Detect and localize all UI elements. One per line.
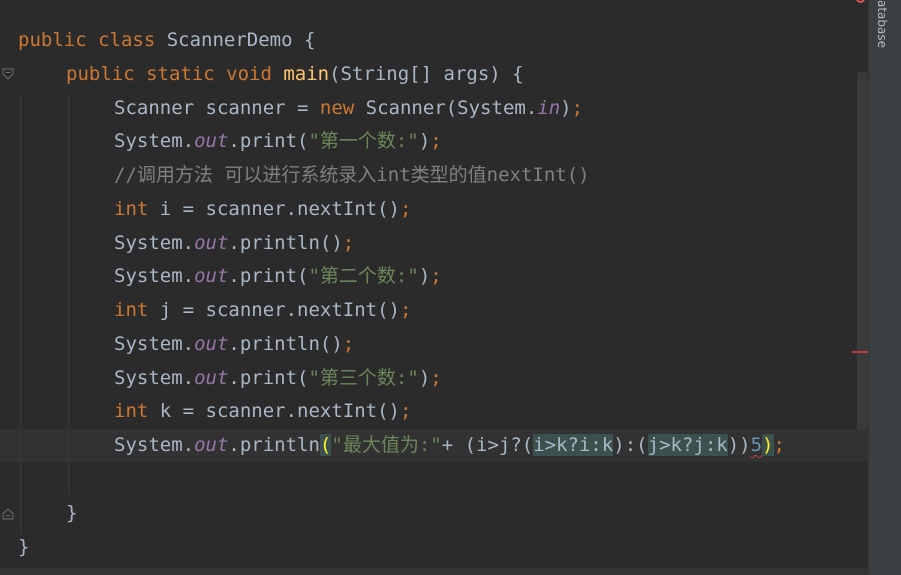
database-tool-tab[interactable]: atabase bbox=[870, 0, 894, 62]
static-field: out bbox=[194, 333, 229, 355]
code-text: .print( bbox=[228, 130, 309, 152]
code-line-main-method[interactable]: public static void main(String[] args) { bbox=[66, 58, 524, 91]
code-line-class-declaration[interactable]: public class ScannerDemo { bbox=[18, 24, 315, 57]
code-text: k = scanner.nextInt() bbox=[159, 400, 400, 422]
code-text: (String[] args) { bbox=[329, 63, 524, 85]
fold-icon[interactable] bbox=[1, 68, 15, 80]
keyword: public class bbox=[18, 29, 167, 51]
code-text: .println() bbox=[228, 232, 343, 254]
error-number-literal: 5 bbox=[750, 434, 763, 456]
code-text: System. bbox=[114, 265, 195, 287]
keyword: int bbox=[114, 400, 160, 422]
code-text: + (i>j?( bbox=[441, 434, 534, 456]
static-field: out bbox=[194, 265, 229, 287]
code-text: .println bbox=[228, 434, 320, 456]
semicolon: ; bbox=[773, 434, 785, 456]
matched-brace: ) bbox=[762, 434, 774, 456]
code-text: System. bbox=[114, 130, 195, 152]
string-literal: "第一个数:" bbox=[308, 130, 419, 152]
code-text: i = scanner.nextInt() bbox=[159, 198, 400, 220]
comment: //调用方法 可以进行系统录入int类型的值nextInt() bbox=[114, 164, 590, 186]
code-text: ) bbox=[418, 265, 431, 287]
class-name: ScannerDemo { bbox=[166, 29, 316, 51]
error-indicator-icon[interactable] bbox=[856, 0, 865, 3]
method-name: main bbox=[283, 63, 330, 85]
code-line-println-max[interactable]: System.out.println("最大值为:"+ (i>j?(i>k?i:… bbox=[114, 429, 785, 462]
fold-end-icon[interactable] bbox=[1, 508, 15, 520]
code-text: } bbox=[66, 502, 78, 524]
code-line-print-third[interactable]: System.out.print("第三个数:"); bbox=[114, 362, 442, 395]
code-text: System. bbox=[114, 333, 195, 355]
code-line-print-first[interactable]: System.out.print("第一个数:"); bbox=[114, 125, 442, 158]
semicolon: ; bbox=[399, 198, 412, 220]
code-text: .println() bbox=[228, 333, 343, 355]
code-text: } bbox=[18, 536, 30, 558]
code-line-comment[interactable]: //调用方法 可以进行系统录入int类型的值nextInt() bbox=[114, 159, 590, 192]
highlighted-expression: i>k?i:k bbox=[533, 434, 614, 456]
semicolon: ; bbox=[430, 130, 442, 152]
keyword: new bbox=[319, 97, 366, 119]
semicolon: ; bbox=[399, 400, 412, 422]
code-text: ):( bbox=[613, 434, 648, 456]
code-text: Scanner(System. bbox=[365, 97, 538, 119]
code-text: j = scanner.nextInt() bbox=[159, 299, 400, 321]
code-text: ) bbox=[418, 130, 431, 152]
code-text: ) bbox=[418, 367, 431, 389]
code-text: .print( bbox=[228, 367, 309, 389]
code-line-scanner-init[interactable]: Scanner scanner = new Scanner(System.in)… bbox=[114, 92, 583, 125]
string-literal: "最大值为:" bbox=[331, 434, 442, 456]
matched-brace: ( bbox=[319, 434, 332, 456]
code-text: System. bbox=[114, 232, 195, 254]
semicolon: ; bbox=[430, 367, 442, 389]
code-editor[interactable]: public class ScannerDemo { public static… bbox=[0, 0, 868, 575]
code-text: .print( bbox=[228, 265, 309, 287]
code-text: )) bbox=[727, 434, 751, 456]
static-field: out bbox=[194, 232, 229, 254]
semicolon: ; bbox=[399, 299, 412, 321]
indent-guide bbox=[68, 95, 69, 495]
semicolon: ; bbox=[342, 232, 355, 254]
code-line-int-i[interactable]: int i = scanner.nextInt(); bbox=[114, 193, 411, 226]
vertical-scrollbar[interactable] bbox=[857, 72, 868, 430]
semicolon: ; bbox=[342, 333, 355, 355]
static-field: out bbox=[194, 130, 229, 152]
highlighted-expression: j>k?j:k bbox=[647, 434, 728, 456]
static-field: out bbox=[194, 434, 229, 456]
code-line-println-1[interactable]: System.out.println(); bbox=[114, 227, 354, 260]
code-text: ) bbox=[560, 97, 572, 119]
string-literal: "第二个数:" bbox=[308, 265, 419, 287]
semicolon: ; bbox=[430, 265, 442, 287]
horizontal-scrollbar[interactable] bbox=[0, 568, 868, 575]
code-text: System. bbox=[114, 434, 195, 456]
keyword: public static void bbox=[66, 63, 284, 85]
code-text: Scanner scanner = bbox=[114, 97, 320, 119]
code-line-print-second[interactable]: System.out.print("第二个数:"); bbox=[114, 260, 442, 293]
code-line-close-method[interactable]: } bbox=[66, 497, 77, 530]
keyword: int bbox=[114, 299, 160, 321]
code-line-int-k[interactable]: int k = scanner.nextInt(); bbox=[114, 395, 411, 428]
code-line-println-2[interactable]: System.out.println(); bbox=[114, 328, 354, 361]
right-tool-sidebar bbox=[868, 0, 901, 575]
string-literal: "第三个数:" bbox=[308, 367, 419, 389]
code-line-int-j[interactable]: int j = scanner.nextInt(); bbox=[114, 294, 411, 327]
code-text: System. bbox=[114, 367, 195, 389]
error-stripe-marker[interactable] bbox=[852, 351, 868, 353]
indent-guide bbox=[20, 95, 21, 535]
static-field: in bbox=[537, 97, 561, 119]
semicolon: ; bbox=[571, 97, 584, 119]
keyword: int bbox=[114, 198, 160, 220]
static-field: out bbox=[194, 367, 229, 389]
code-line-close-class[interactable]: } bbox=[18, 531, 29, 564]
